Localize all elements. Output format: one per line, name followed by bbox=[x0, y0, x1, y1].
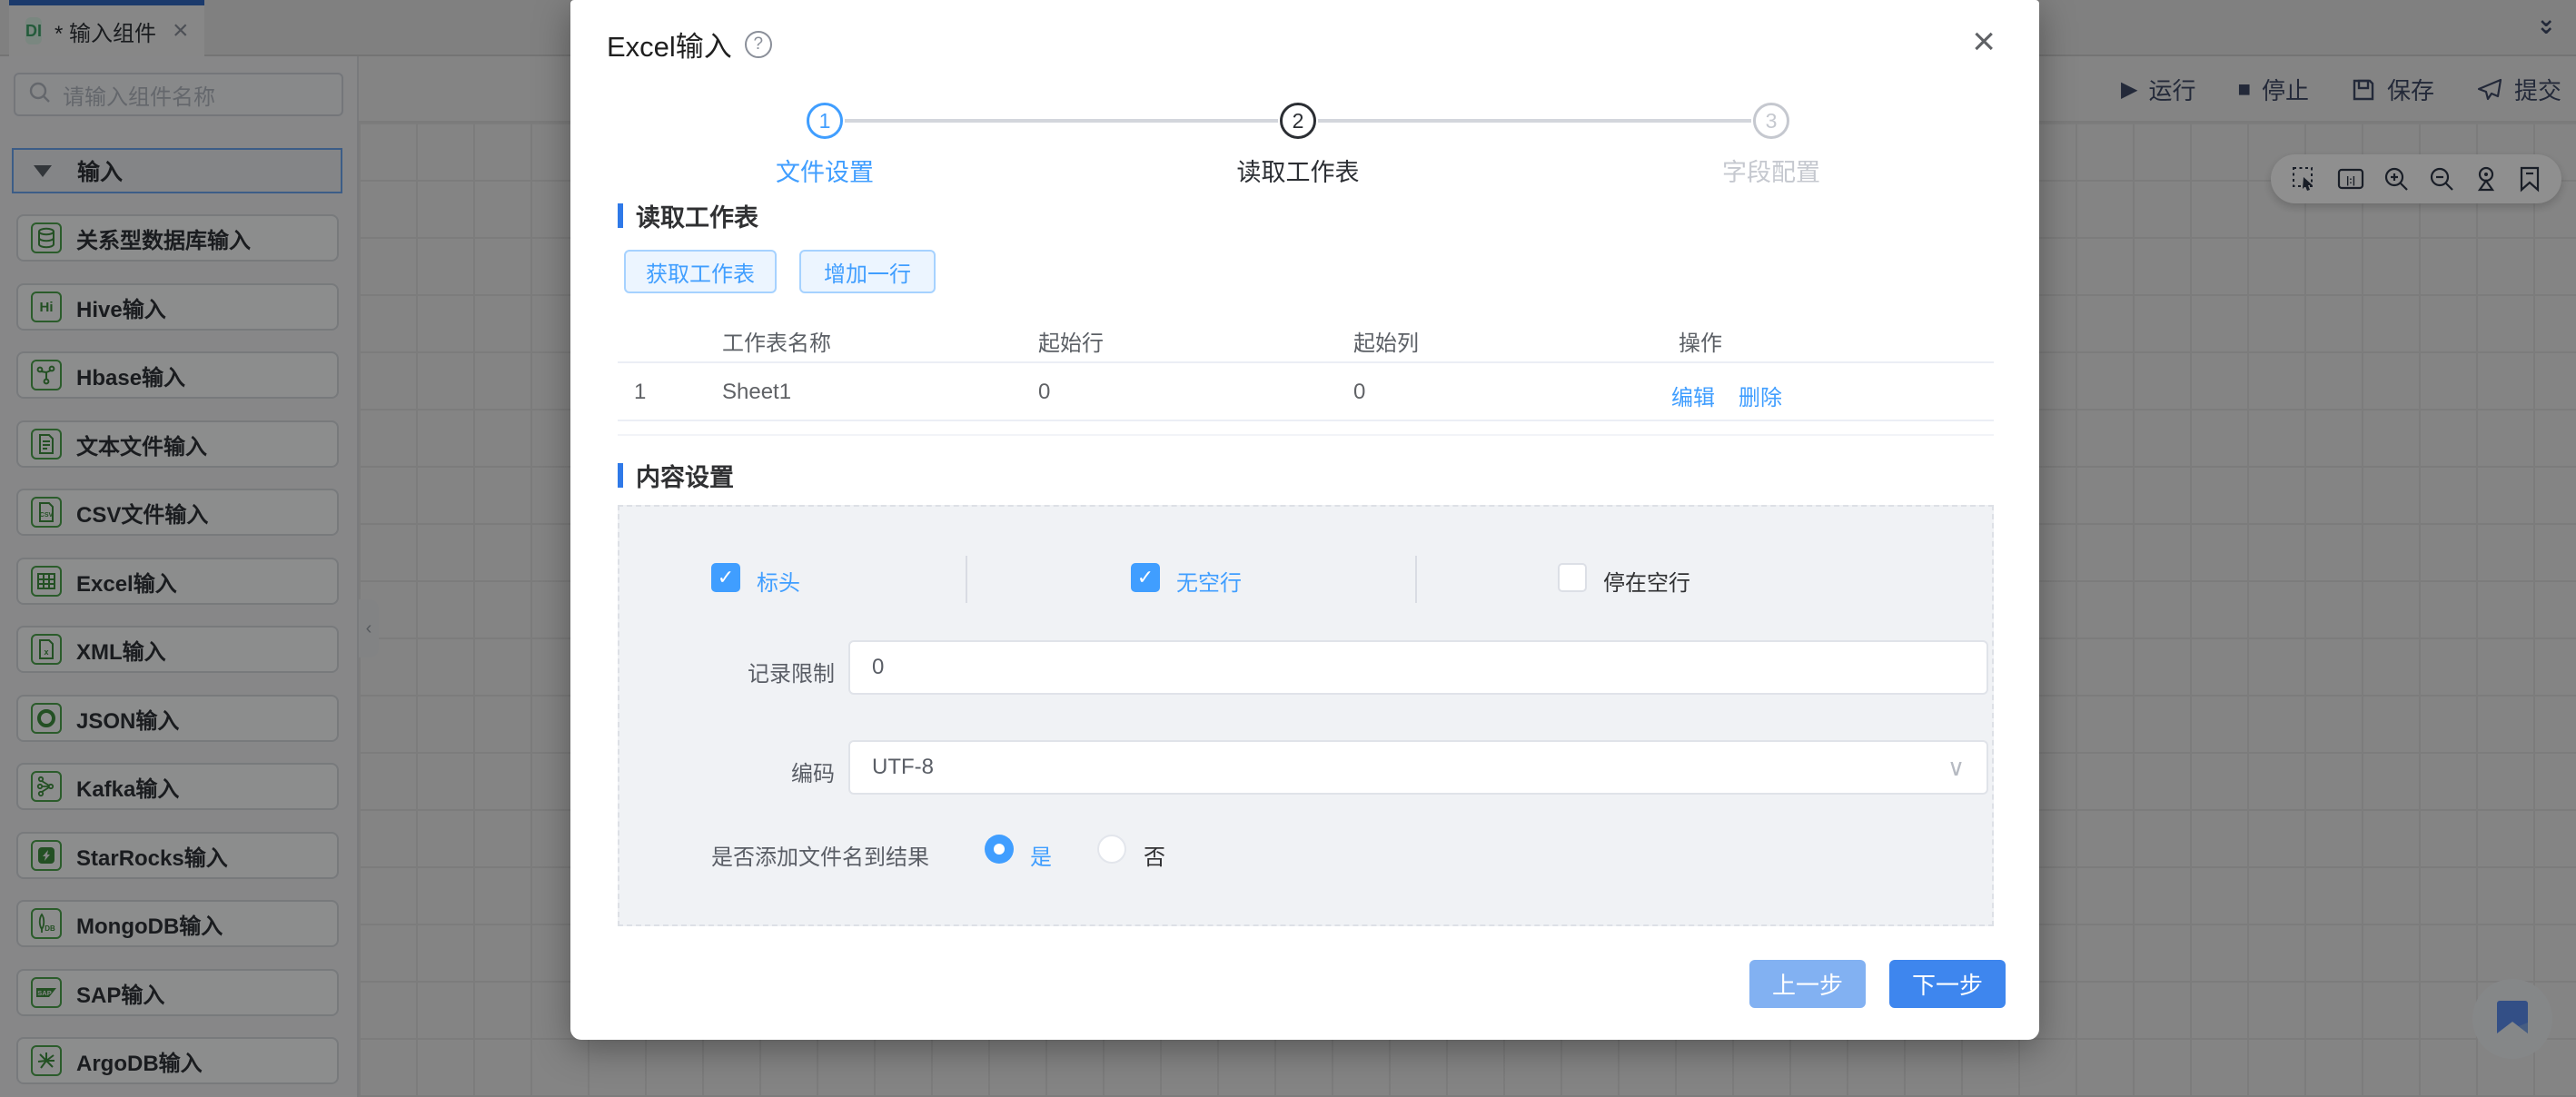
next-step-button[interactable]: 下一步 bbox=[1889, 960, 2006, 1008]
encoding-label: 编码 bbox=[653, 756, 835, 787]
content-section-title: 内容设置 bbox=[636, 458, 734, 493]
section-accent-bar bbox=[618, 203, 623, 228]
divider bbox=[1415, 556, 1417, 603]
encoding-select[interactable]: UTF-8 ∨ bbox=[848, 740, 1988, 795]
radio-yes[interactable] bbox=[985, 835, 1014, 864]
fetch-worksheets-button[interactable]: 获取工作表 bbox=[624, 250, 777, 293]
no-empty-row-checkbox-label[interactable]: 无空行 bbox=[1176, 565, 1242, 597]
help-icon[interactable]: ? bbox=[745, 31, 772, 58]
step-3-circle[interactable]: 3 bbox=[1753, 103, 1789, 139]
prev-step-button[interactable]: 上一步 bbox=[1749, 960, 1866, 1008]
col-header-name: 工作表名称 bbox=[722, 325, 831, 357]
row-start-col: 0 bbox=[1353, 380, 1365, 405]
stop-at-empty-checkbox-label[interactable]: 停在空行 bbox=[1603, 565, 1690, 597]
worksheet-section-header: 读取工作表 bbox=[618, 198, 758, 233]
col-header-start-row: 起始行 bbox=[1038, 325, 1104, 357]
encoding-value: UTF-8 bbox=[872, 755, 934, 780]
step-connector-1 bbox=[845, 119, 1278, 123]
table-divider bbox=[618, 420, 1994, 421]
radio-no[interactable] bbox=[1097, 835, 1126, 864]
record-limit-input[interactable]: 0 bbox=[848, 640, 1988, 695]
excel-input-modal: Excel输入 ? × 1 2 3 文件设置 读取工作表 字段配置 读取工作表 … bbox=[570, 0, 2039, 1040]
record-limit-label: 记录限制 bbox=[653, 656, 835, 687]
header-checkbox[interactable]: ✓ bbox=[711, 563, 740, 592]
step-connector-2 bbox=[1318, 119, 1751, 123]
chevron-down-icon: ∨ bbox=[1947, 754, 1965, 782]
step-3-label[interactable]: 字段配置 bbox=[1662, 153, 1880, 188]
content-section-header: 内容设置 bbox=[618, 458, 734, 493]
step-2-circle[interactable]: 2 bbox=[1280, 103, 1316, 139]
radio-no-label[interactable]: 否 bbox=[1144, 839, 1165, 871]
checkbox-row: ✓ 标头 ✓ 无空行 停在空行 bbox=[619, 554, 1992, 605]
worksheet-section-title: 读取工作表 bbox=[636, 198, 758, 233]
close-icon[interactable]: × bbox=[1972, 24, 1996, 60]
header-checkbox-label[interactable]: 标头 bbox=[757, 565, 800, 597]
app-screen: DI * 输入组件 × ⌄⌄ ▶ 运行 ■ 停止 保存 提交 bbox=[0, 0, 2576, 1097]
table-divider bbox=[618, 434, 1994, 436]
row-name: Sheet1 bbox=[722, 380, 791, 405]
step-1-label[interactable]: 文件设置 bbox=[716, 153, 934, 188]
table-divider bbox=[618, 361, 1994, 363]
row-start-row: 0 bbox=[1038, 380, 1050, 405]
filename-radio-label: 是否添加文件名到结果 bbox=[711, 839, 1025, 871]
step-2-label[interactable]: 读取工作表 bbox=[1189, 153, 1407, 188]
step-1-circle[interactable]: 1 bbox=[807, 103, 843, 139]
row-index: 1 bbox=[634, 380, 646, 405]
col-header-ops: 操作 bbox=[1679, 325, 1722, 357]
section-accent-bar bbox=[618, 463, 623, 488]
add-row-button[interactable]: 增加一行 bbox=[799, 250, 936, 293]
edit-link[interactable]: 编辑 bbox=[1671, 380, 1715, 411]
content-settings-panel: ✓ 标头 ✓ 无空行 停在空行 记录限制 0 编码 UTF-8 ∨ 是否添加文件… bbox=[618, 505, 1994, 926]
no-empty-row-checkbox[interactable]: ✓ bbox=[1131, 563, 1160, 592]
stop-at-empty-checkbox[interactable] bbox=[1558, 563, 1587, 592]
col-header-start-col: 起始列 bbox=[1353, 325, 1419, 357]
delete-link[interactable]: 删除 bbox=[1739, 380, 1782, 411]
radio-yes-label[interactable]: 是 bbox=[1030, 839, 1052, 871]
modal-title: Excel输入 bbox=[607, 24, 732, 64]
divider bbox=[966, 556, 967, 603]
